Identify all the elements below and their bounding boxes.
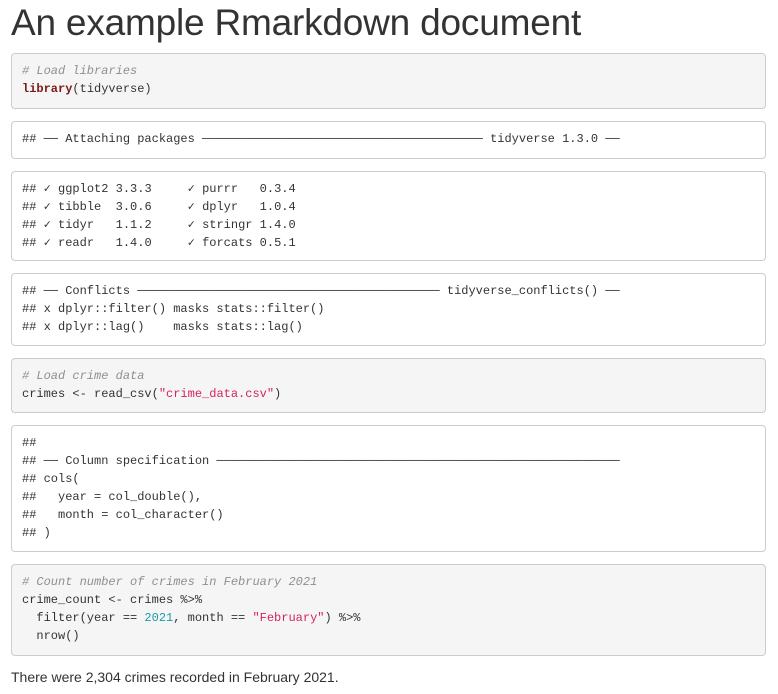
code-line: nrow() bbox=[22, 629, 80, 643]
code-line: filter(year == 2021, month == "February"… bbox=[22, 609, 755, 627]
code-chunk-load-data: # Load crime data crimes <- read_csv("cri… bbox=[11, 358, 766, 413]
code-text: crimes <- read_csv( bbox=[22, 387, 159, 401]
output-line: ## x dplyr::lag() masks stats::lag() bbox=[22, 320, 303, 334]
output-line: ## ✓ tidyr 1.1.2 ✓ stringr 1.4.0 bbox=[22, 218, 296, 232]
output-line: ## ✓ ggplot2 3.3.3 ✓ purrr 0.3.4 bbox=[22, 182, 296, 196]
code-text: filter(year == bbox=[22, 611, 145, 625]
output-conflicts: ## ── Conflicts ────────────────────────… bbox=[11, 273, 766, 346]
output-column-specification: ## ## ── Column specification ───────────… bbox=[11, 425, 766, 552]
code-comment: # Load libraries bbox=[22, 64, 138, 78]
code-line: crime_count <- crimes %>% bbox=[22, 593, 203, 607]
function-keyword: library bbox=[22, 82, 73, 96]
code-line: crimes <- read_csv("crime_data.csv") bbox=[22, 385, 755, 403]
code-string: "crime_data.csv" bbox=[158, 387, 275, 401]
output-line: ## x dplyr::filter() masks stats::filter… bbox=[22, 302, 325, 316]
code-text: , month == bbox=[173, 611, 253, 625]
code-comment: # Count number of crimes in February 202… bbox=[22, 575, 318, 589]
output-line: ## month = col_character() bbox=[22, 508, 224, 522]
output-line: ## year = col_double(), bbox=[22, 490, 203, 504]
code-line: library(tidyverse) bbox=[22, 80, 755, 98]
code-string: "February" bbox=[252, 611, 325, 625]
code-args: (tidyverse) bbox=[72, 82, 152, 96]
output-attaching-packages: ## ── Attaching packages ───────────────… bbox=[11, 121, 766, 159]
output-line: ## ) bbox=[22, 526, 51, 540]
output-line: ## ── Attaching packages ───────────────… bbox=[22, 132, 620, 146]
output-line: ## ── Column specification ─────────────… bbox=[22, 454, 620, 468]
document-title: An example Rmarkdown document bbox=[11, 2, 582, 43]
code-number: 2021 bbox=[144, 611, 174, 625]
output-line: ## bbox=[22, 436, 37, 450]
code-text: ) %>% bbox=[324, 611, 361, 625]
code-text: ) bbox=[274, 387, 282, 401]
code-comment: # Load crime data bbox=[22, 369, 145, 383]
output-line: ## cols( bbox=[22, 472, 80, 486]
output-line: ## ✓ readr 1.4.0 ✓ forcats 0.5.1 bbox=[22, 236, 296, 250]
code-chunk-count-crimes: # Count number of crimes in February 202… bbox=[11, 564, 766, 656]
code-chunk-load-libraries: # Load libraries library(tidyverse) bbox=[11, 53, 766, 109]
output-packages-list: ## ✓ ggplot2 3.3.3 ✓ purrr 0.3.4 ## ✓ tib… bbox=[11, 171, 766, 261]
output-line: ## ── Conflicts ────────────────────────… bbox=[22, 284, 620, 298]
output-line: ## ✓ tibble 3.0.6 ✓ dplyr 1.0.4 bbox=[22, 200, 296, 214]
result-paragraph: There were 2,304 crimes recorded in Febr… bbox=[11, 669, 339, 685]
